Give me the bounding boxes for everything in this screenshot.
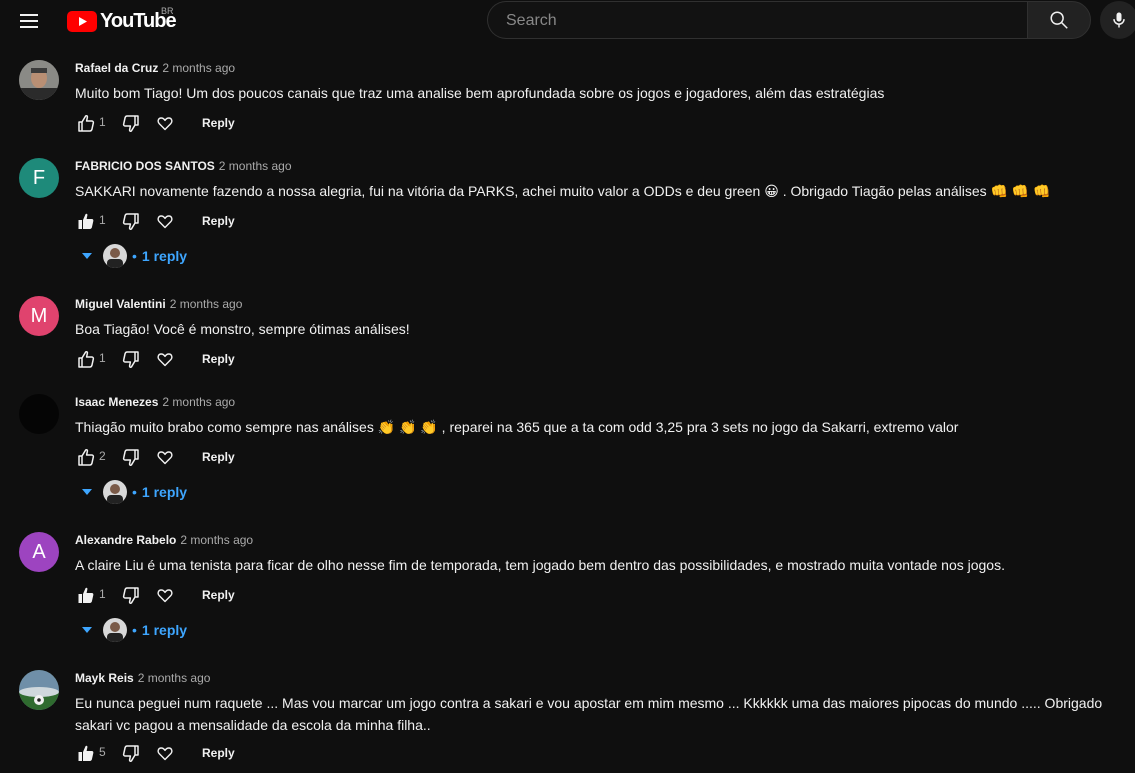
like-icon[interactable] [75, 447, 95, 467]
person-avatar-icon [103, 244, 127, 268]
like-icon[interactable] [75, 113, 95, 133]
replies-count: 1 reply [141, 484, 188, 500]
creator-avatar [103, 480, 127, 504]
search-box [487, 1, 1027, 40]
comment-author[interactable]: Alexandre Rabelo [75, 533, 176, 547]
like-icon[interactable] [75, 585, 95, 605]
creator-avatar [103, 618, 127, 642]
comment-text: SAKKARI novamente fazendo a nossa alegri… [75, 183, 1051, 199]
like-count: 1 [99, 587, 106, 601]
comment-time[interactable]: 2 months ago [162, 395, 235, 409]
comment-time[interactable]: 2 months ago [180, 533, 253, 547]
like-icon[interactable] [75, 211, 95, 231]
top-bar: YouTube BR [0, 0, 1135, 42]
comment-time[interactable]: 2 months ago [219, 159, 292, 173]
avatar[interactable] [19, 394, 59, 434]
view-replies-button[interactable]: • 1 reply [79, 243, 187, 269]
replies-count: 1 reply [141, 622, 188, 638]
replies-count: 1 reply [141, 248, 188, 264]
person-avatar-icon [103, 480, 127, 504]
heart-icon[interactable] [156, 350, 174, 368]
comment-author[interactable]: Rafael da Cruz [75, 61, 158, 75]
comment-text: Thiagão muito brabo como sempre nas anál… [75, 419, 959, 435]
reply-button[interactable]: Reply [202, 588, 235, 602]
comment-text: Boa Tiagão! Você é monstro, sempre ótima… [75, 321, 410, 337]
dislike-icon[interactable] [121, 743, 141, 763]
like-count: 1 [99, 213, 106, 227]
person-photo-icon [19, 60, 59, 100]
comment-text: Eu nunca peguei num raquete ... Mas vou … [75, 695, 1103, 733]
avatar[interactable]: A [19, 532, 59, 572]
comment-time[interactable]: 2 months ago [162, 61, 235, 75]
like-icon[interactable] [75, 349, 95, 369]
heart-icon[interactable] [156, 114, 174, 132]
menu-icon [20, 14, 38, 16]
menu-icon-line [20, 26, 38, 28]
dislike-icon[interactable] [121, 113, 141, 133]
region-code: BR [161, 6, 174, 16]
comment-text: Muito bom Tiago! Um dos poucos canais qu… [75, 85, 885, 101]
comment-time[interactable]: 2 months ago [170, 297, 243, 311]
separator-dot: • [132, 248, 137, 264]
reply-button[interactable]: Reply [202, 450, 235, 464]
youtube-play-icon [67, 10, 97, 32]
dislike-icon[interactable] [121, 211, 141, 231]
search-button[interactable] [1027, 1, 1091, 39]
person-avatar-icon [103, 618, 127, 642]
comment-text: A claire Liu é uma tenista para ficar de… [75, 557, 1005, 573]
heart-icon[interactable] [156, 744, 174, 762]
dislike-icon[interactable] [121, 349, 141, 369]
heart-icon[interactable] [156, 448, 174, 466]
view-replies-button[interactable]: • 1 reply [79, 617, 187, 643]
avatar[interactable] [19, 60, 59, 100]
like-count: 2 [99, 449, 106, 463]
reply-button[interactable]: Reply [202, 214, 235, 228]
like-count: 1 [99, 351, 106, 365]
stadium-photo-icon [19, 670, 59, 710]
heart-icon[interactable] [156, 586, 174, 604]
heart-icon[interactable] [156, 212, 174, 230]
dislike-icon[interactable] [121, 447, 141, 467]
like-icon[interactable] [75, 743, 95, 763]
reply-button[interactable]: Reply [202, 116, 235, 130]
comment-author[interactable]: Isaac Menezes [75, 395, 158, 409]
creator-avatar [103, 244, 127, 268]
youtube-logo[interactable]: YouTube BR [67, 6, 177, 32]
voice-search-button[interactable] [1100, 1, 1135, 39]
avatar[interactable]: M [19, 296, 59, 336]
comment-author[interactable]: Miguel Valentini [75, 297, 166, 311]
menu-button[interactable] [18, 9, 42, 33]
avatar[interactable] [19, 670, 59, 710]
comment-time[interactable]: 2 months ago [138, 671, 211, 685]
microphone-icon [1113, 12, 1125, 28]
comment-author[interactable]: Mayk Reis [75, 671, 134, 685]
like-count: 1 [99, 115, 106, 129]
search-icon [1050, 11, 1068, 29]
reply-button[interactable]: Reply [202, 746, 235, 760]
view-replies-button[interactable]: • 1 reply [79, 479, 187, 505]
chevron-down-icon [82, 253, 92, 259]
like-count: 5 [99, 745, 106, 759]
dislike-icon[interactable] [121, 585, 141, 605]
separator-dot: • [132, 484, 137, 500]
comment-author[interactable]: FABRICIO DOS SANTOS [75, 159, 215, 173]
reply-button[interactable]: Reply [202, 352, 235, 366]
search-input[interactable] [504, 2, 1008, 40]
avatar[interactable]: F [19, 158, 59, 198]
chevron-down-icon [82, 489, 92, 495]
separator-dot: • [132, 622, 137, 638]
chevron-down-icon [82, 627, 92, 633]
menu-icon-line [20, 20, 38, 22]
